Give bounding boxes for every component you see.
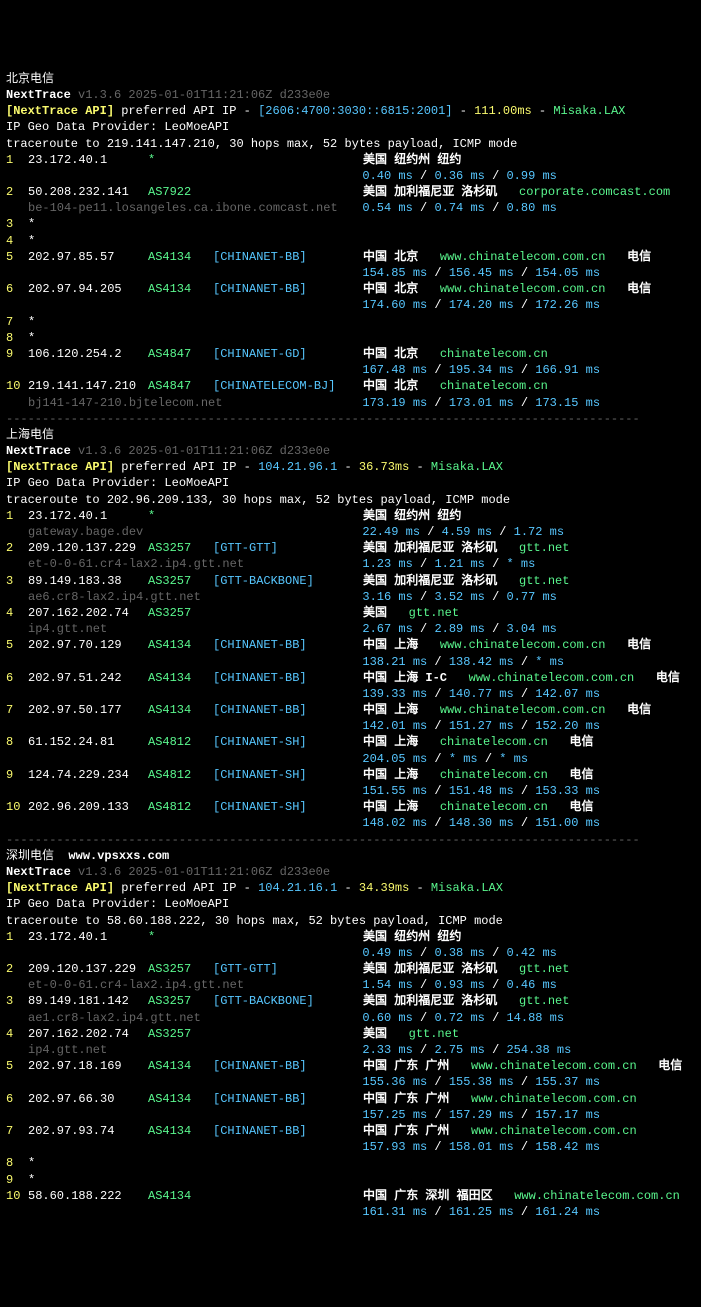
hop-row-detail: 204.05 ms / * ms / * ms xyxy=(6,751,695,767)
banner: NextTrace v1.3.6 2025-01-01T11:21:06Z d2… xyxy=(6,864,695,880)
separator: ----------------------------------------… xyxy=(6,832,695,848)
hop-row-detail: 142.01 ms / 151.27 ms / 152.20 ms xyxy=(6,718,695,734)
hop-row: 389.149.183.38AS3257[GTT-BACKBONE]美国 加利福… xyxy=(6,573,695,589)
hop-row: 4207.162.202.74AS3257美国 gtt.net xyxy=(6,605,695,621)
hop-row: 4207.162.202.74AS3257美国 gtt.net xyxy=(6,1026,695,1042)
hop-row-detail: 138.21 ms / 138.42 ms / * ms xyxy=(6,654,695,670)
hop-row: 5202.97.70.129AS4134[CHINANET-BB]中国 上海 w… xyxy=(6,637,695,653)
section-title: 北京电信 xyxy=(6,71,695,87)
hop-row-detail: 139.33 ms / 140.77 ms / 142.07 ms xyxy=(6,686,695,702)
hop-row-detail: 157.93 ms / 158.01 ms / 158.42 ms xyxy=(6,1139,695,1155)
api-line: [NextTrace API] preferred API IP - 104.2… xyxy=(6,459,695,475)
hop-row-detail: ae6.cr8-lax2.ip4.gtt.net 3.16 ms / 3.52 … xyxy=(6,589,695,605)
hop-row: 10219.141.147.210AS4847[CHINATELECOM-BJ]… xyxy=(6,378,695,394)
hop-row-detail: 167.48 ms / 195.34 ms / 166.91 ms xyxy=(6,362,695,378)
hop-row: 9106.120.254.2AS4847[CHINANET-GD]中国 北京 c… xyxy=(6,346,695,362)
hop-row: 10202.96.209.133AS4812[CHINANET-SH]中国 上海… xyxy=(6,799,695,815)
hop-row-detail: 155.36 ms / 155.38 ms / 155.37 ms xyxy=(6,1074,695,1090)
hop-row-detail: 0.40 ms / 0.36 ms / 0.99 ms xyxy=(6,168,695,184)
hop-row: 7202.97.50.177AS4134[CHINANET-BB]中国 上海 w… xyxy=(6,702,695,718)
cmd-line: traceroute to 202.96.209.133, 30 hops ma… xyxy=(6,492,695,508)
hop-row-detail: be-104-pe11.losangeles.ca.ibone.comcast.… xyxy=(6,200,695,216)
cmd-line: traceroute to 58.60.188.222, 30 hops max… xyxy=(6,913,695,929)
hop-row: 3* xyxy=(6,216,695,232)
hop-row-detail: 154.85 ms / 156.45 ms / 154.05 ms xyxy=(6,265,695,281)
provider-line: IP Geo Data Provider: LeoMoeAPI xyxy=(6,896,695,912)
api-line: [NextTrace API] preferred API IP - [2606… xyxy=(6,103,695,119)
hop-row-detail: 148.02 ms / 148.30 ms / 151.00 ms xyxy=(6,815,695,831)
hop-row: 123.172.40.1*美国 纽约州 纽约 xyxy=(6,508,695,524)
hop-row-detail: et-0-0-61.cr4-lax2.ip4.gtt.net 1.23 ms /… xyxy=(6,556,695,572)
hop-row: 4* xyxy=(6,233,695,249)
hop-row: 5202.97.85.57AS4134[CHINANET-BB]中国 北京 ww… xyxy=(6,249,695,265)
hop-row: 6202.97.94.205AS4134[CHINANET-BB]中国 北京 w… xyxy=(6,281,695,297)
terminal-output: 北京电信NextTrace v1.3.6 2025-01-01T11:21:06… xyxy=(6,71,695,1220)
hop-row-detail: 161.31 ms / 161.25 ms / 161.24 ms xyxy=(6,1204,695,1220)
banner: NextTrace v1.3.6 2025-01-01T11:21:06Z d2… xyxy=(6,87,695,103)
hop-row: 6202.97.51.242AS4134[CHINANET-BB]中国 上海 I… xyxy=(6,670,695,686)
hop-row: 7202.97.93.74AS4134[CHINANET-BB]中国 广东 广州… xyxy=(6,1123,695,1139)
section-title: 上海电信 xyxy=(6,427,695,443)
hop-row: 8* xyxy=(6,330,695,346)
hop-row: 7* xyxy=(6,314,695,330)
hop-row: 9* xyxy=(6,1172,695,1188)
section-title: 深圳电信 www.vpsxxs.com xyxy=(6,848,695,864)
hop-row: 9124.74.229.234AS4812[CHINANET-SH]中国 上海 … xyxy=(6,767,695,783)
hop-row: 389.149.181.142AS3257[GTT-BACKBONE]美国 加利… xyxy=(6,993,695,1009)
hop-row-detail: ip4.gtt.net 2.67 ms / 2.89 ms / 3.04 ms xyxy=(6,621,695,637)
hop-row: 123.172.40.1*美国 纽约州 纽约 xyxy=(6,152,695,168)
hop-row-detail: 0.49 ms / 0.38 ms / 0.42 ms xyxy=(6,945,695,961)
hop-row-detail: 174.60 ms / 174.20 ms / 172.26 ms xyxy=(6,297,695,313)
hop-row-detail: bj141-147-210.bjtelecom.net 173.19 ms / … xyxy=(6,395,695,411)
hop-row-detail: 157.25 ms / 157.29 ms / 157.17 ms xyxy=(6,1107,695,1123)
hop-row: 5202.97.18.169AS4134[CHINANET-BB]中国 广东 广… xyxy=(6,1058,695,1074)
provider-line: IP Geo Data Provider: LeoMoeAPI xyxy=(6,475,695,491)
api-line: [NextTrace API] preferred API IP - 104.2… xyxy=(6,880,695,896)
hop-row-detail: ae1.cr8-lax2.ip4.gtt.net 0.60 ms / 0.72 … xyxy=(6,1010,695,1026)
separator: ----------------------------------------… xyxy=(6,411,695,427)
cmd-line: traceroute to 219.141.147.210, 30 hops m… xyxy=(6,136,695,152)
hop-row: 1058.60.188.222AS4134中国 广东 深圳 福田区 www.ch… xyxy=(6,1188,695,1204)
banner: NextTrace v1.3.6 2025-01-01T11:21:06Z d2… xyxy=(6,443,695,459)
hop-row: 2209.120.137.229AS3257[GTT-GTT]美国 加利福尼亚 … xyxy=(6,961,695,977)
hop-row: 8* xyxy=(6,1155,695,1171)
hop-row-detail: 151.55 ms / 151.48 ms / 153.33 ms xyxy=(6,783,695,799)
hop-row-detail: et-0-0-61.cr4-lax2.ip4.gtt.net 1.54 ms /… xyxy=(6,977,695,993)
hop-row-detail: ip4.gtt.net 2.33 ms / 2.75 ms / 254.38 m… xyxy=(6,1042,695,1058)
provider-line: IP Geo Data Provider: LeoMoeAPI xyxy=(6,119,695,135)
hop-row: 6202.97.66.30AS4134[CHINANET-BB]中国 广东 广州… xyxy=(6,1091,695,1107)
hop-row: 123.172.40.1*美国 纽约州 纽约 xyxy=(6,929,695,945)
hop-row: 250.208.232.141AS7922美国 加利福尼亚 洛杉矶 corpor… xyxy=(6,184,695,200)
hop-row: 2209.120.137.229AS3257[GTT-GTT]美国 加利福尼亚 … xyxy=(6,540,695,556)
hop-row: 861.152.24.81AS4812[CHINANET-SH]中国 上海 ch… xyxy=(6,734,695,750)
hop-row-detail: gateway.bage.dev 22.49 ms / 4.59 ms / 1.… xyxy=(6,524,695,540)
